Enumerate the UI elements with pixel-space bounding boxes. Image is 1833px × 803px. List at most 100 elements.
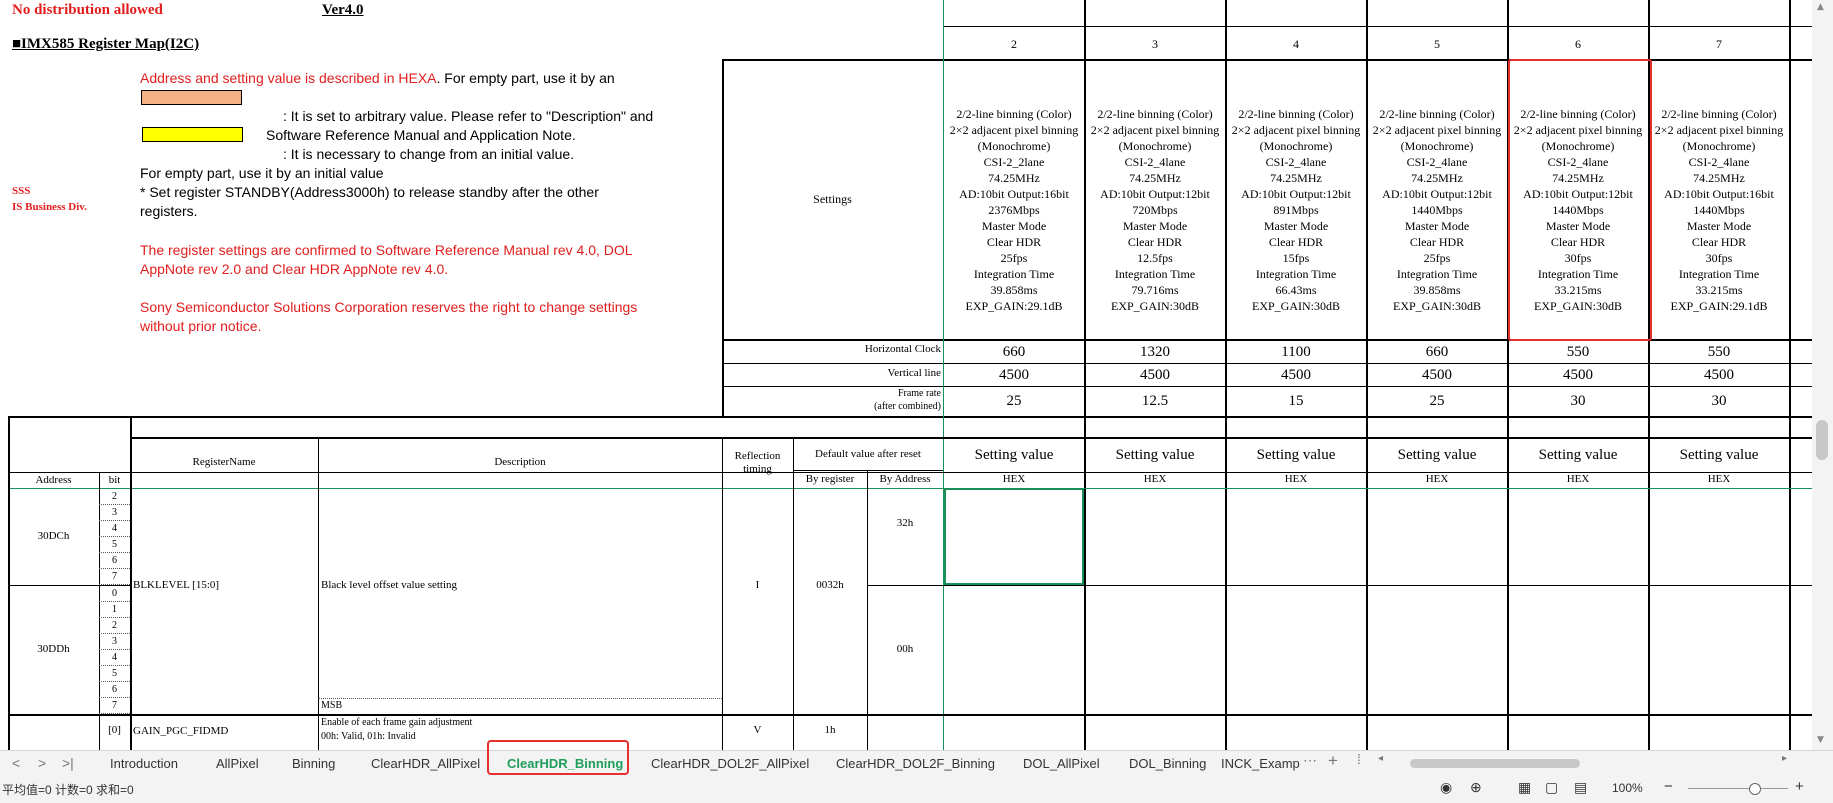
default-gain: 1h [824, 724, 836, 737]
spreadsheet-grid[interactable]: No distribution allowed Ver4.0 ■IMX585 R… [0, 0, 1812, 750]
settings-line: 2×2 adjacent pixel binning [1372, 123, 1502, 137]
page-break-icon[interactable]: ▤ [1574, 779, 1587, 796]
version-label: Ver4.0 [322, 2, 364, 18]
column-settings-text: 2/2-line binning (Color) 2×2 adjacent pix… [944, 106, 1084, 314]
sheet-tab[interactable]: Introduction [110, 753, 178, 775]
zoom-slider-thumb[interactable] [1749, 783, 1761, 795]
settings-line: 2×2 adjacent pixel binning [949, 123, 1079, 137]
scroll-left-icon[interactable]: ◂ [1378, 753, 1383, 764]
standby-note: * Set register STANDBY(Address3000h) to … [140, 184, 599, 200]
hclock-value: 550 [1707, 343, 1731, 360]
normal-view-icon[interactable]: ▦ [1518, 779, 1531, 796]
settings-line: 39.858ms [990, 283, 1038, 297]
last-sheet-icon[interactable]: >| [62, 755, 74, 771]
settings-line: 2376Mbps [988, 203, 1040, 217]
vline-value: 4500 [1422, 366, 1452, 383]
msb-label: MSB [321, 700, 343, 711]
bit-cell: 4 [99, 650, 130, 666]
column-number: 3 [1152, 36, 1158, 51]
fps-value: 30 [1570, 393, 1586, 409]
confirmed-note: The register settings are confirmed to S… [140, 242, 633, 258]
settings-line: 2/2-line binning (Color) [1379, 107, 1495, 121]
sheet-tab[interactable]: ClearHDR_DOL2F_Binning [836, 753, 995, 775]
register-name-blklevel: BLKLEVEL [15:0] [133, 579, 220, 591]
sss-label: SSS [12, 185, 31, 197]
column-settings-text: 2/2-line binning (Color) 2×2 adjacent pix… [1085, 106, 1225, 314]
hclock-value: 660 [1002, 343, 1026, 360]
sheet-tab-bar: < > >| Introduction AllPixel Binning ClearH… [0, 740, 1833, 776]
settings-label: Settings [813, 192, 852, 207]
zoom-level[interactable]: 100% [1612, 781, 1643, 795]
sheet-tab[interactable]: ClearHDR_AllPixel [371, 753, 480, 775]
settings-line: 1440Mbps [1693, 203, 1745, 217]
settings-line: 2/2-line binning (Color) [1097, 107, 1213, 121]
sheet-tab[interactable]: AllPixel [216, 753, 259, 775]
confirmed-note-2: AppNote rev 2.0 and Clear HDR AppNote re… [140, 261, 449, 277]
hex-header: HEX [1425, 472, 1449, 485]
settings-line: CSI-2_2lane [983, 155, 1045, 169]
bit-cell: 2 [99, 618, 130, 634]
settings-line: AD:10bit Output:12bit [1241, 187, 1351, 201]
settings-line: (Monochrome) [1259, 139, 1333, 153]
eye-protection-icon[interactable]: ◉ [1440, 779, 1452, 796]
settings-line: Master Mode [981, 219, 1047, 233]
col-reflection-timing: Reflection timing [734, 449, 781, 475]
hclock-value: 1100 [1281, 343, 1311, 360]
vertical-scroll-thumb[interactable] [1816, 420, 1828, 460]
column-number: 7 [1716, 36, 1722, 51]
sheet-tab[interactable]: INCK_Examp [1221, 753, 1300, 775]
fps-value: 25 [1006, 393, 1022, 409]
input-method-icon[interactable]: ⊕ [1470, 779, 1482, 796]
vertical-scrollbar[interactable]: ▲ ▼ [1812, 0, 1833, 750]
first-sheet-icon[interactable]: < [12, 755, 20, 771]
settings-line: 33.215ms [1695, 283, 1743, 297]
sheet-tab[interactable]: DOL_Binning [1129, 753, 1206, 775]
more-tabs-icon[interactable]: ⋯ [1303, 752, 1317, 769]
split-icon: ⁞ [1357, 751, 1361, 767]
bit-cell: 5 [99, 666, 130, 682]
col-by-address: By Address [879, 472, 931, 485]
settings-line: 2×2 adjacent pixel binning [1231, 123, 1361, 137]
prev-sheet-icon[interactable]: > [38, 755, 46, 771]
add-sheet-icon[interactable]: + [1328, 751, 1338, 771]
column-settings-text: 2/2-line binning (Color) 2×2 adjacent pix… [1649, 106, 1789, 314]
settings-line: 2/2-line binning (Color) [956, 107, 1072, 121]
scroll-right-icon[interactable]: ▸ [1782, 753, 1787, 764]
active-tab-highlight [487, 740, 629, 775]
selected-cell[interactable] [944, 488, 1084, 585]
column-number: 6 [1575, 36, 1581, 51]
empty-part-note: For empty part, use it by an initial val… [140, 165, 384, 181]
column-number: 2 [1011, 36, 1017, 51]
settings-line: 30fps [1705, 251, 1733, 265]
settings-line: 2×2 adjacent pixel binning [1090, 123, 1220, 137]
hex-header: HEX [1002, 472, 1026, 485]
description-gain: Enable of each frame gain adjustment 00h:… [321, 717, 473, 742]
page-layout-icon[interactable]: ▢ [1545, 779, 1558, 796]
bit-cell: 2 [99, 489, 130, 505]
business-div-label: IS Business Div. [12, 201, 87, 213]
zoom-in-icon[interactable]: + [1795, 778, 1804, 795]
sheet-tab[interactable]: Binning [292, 753, 335, 775]
settings-line: EXP_GAIN:30dB [1251, 299, 1340, 313]
settings-line: Integration Time [1255, 267, 1337, 281]
scroll-up-icon[interactable]: ▲ [1817, 2, 1824, 12]
zoom-slider[interactable] [1688, 788, 1788, 789]
sheet-tab[interactable]: ClearHDR_DOL2F_AllPixel [651, 753, 809, 775]
settings-line: AD:10bit Output:16bit [959, 187, 1069, 201]
settings-line: 2×2 adjacent pixel binning [1654, 123, 1784, 137]
horizontal-scroll-thumb[interactable] [1410, 759, 1580, 768]
bit-cell: 3 [99, 505, 130, 521]
scroll-down-icon[interactable]: ▼ [1817, 735, 1824, 745]
settings-line: 15fps [1282, 251, 1310, 265]
settings-line: Clear HDR [1127, 235, 1183, 249]
sheet-tab[interactable]: DOL_AllPixel [1023, 753, 1100, 775]
settings-line: Integration Time [1396, 267, 1478, 281]
zoom-out-icon[interactable]: − [1664, 778, 1673, 795]
highlight-box [1508, 59, 1652, 341]
orange-legend-desc: : It is set to arbitrary value. Please r… [283, 108, 654, 124]
bit-cell: 7 [99, 698, 130, 714]
settings-line: 25fps [1000, 251, 1028, 265]
sony-note: Sony Semiconductor Solutions Corporation… [140, 299, 638, 315]
settings-line: CSI-2_4lane [1265, 155, 1327, 169]
settings-line: (Monochrome) [1118, 139, 1192, 153]
